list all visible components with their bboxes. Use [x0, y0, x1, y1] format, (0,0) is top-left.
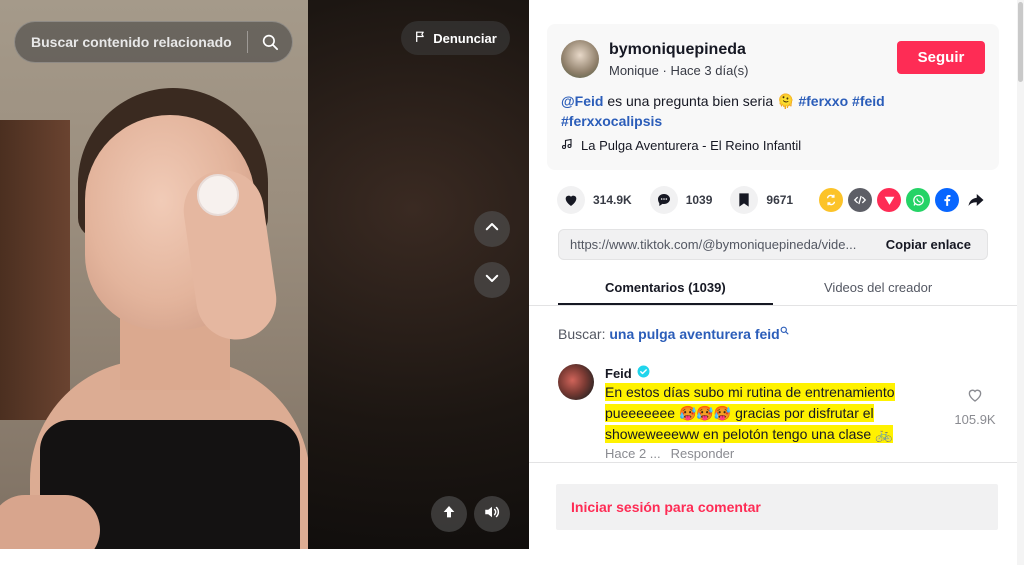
post-info-card: bymoniquepineda Monique · Hace 3 día(s) …	[547, 24, 999, 170]
save-button[interactable]: 9671	[730, 186, 793, 214]
volume-button[interactable]	[474, 496, 510, 532]
video-link-url[interactable]: https://www.tiktok.com/@bymoniquepineda/…	[559, 237, 876, 252]
suggested-search-link[interactable]: una pulga aventurera feid	[609, 326, 779, 342]
music-link[interactable]: La Pulga Aventurera - El Reino Infantil	[561, 138, 801, 153]
chevron-down-icon	[483, 269, 501, 292]
comment-time: Hace 2 ...	[605, 446, 661, 461]
share-arrow-icon[interactable]	[964, 188, 988, 212]
save-count: 9671	[766, 193, 794, 207]
search-prefix: Buscar:	[558, 326, 606, 342]
comment-author-name: Feid	[605, 365, 632, 381]
send-icon[interactable]	[877, 188, 901, 212]
content-tabs: Comentarios (1039) Videos del creador	[529, 272, 1017, 306]
hashtag-link[interactable]: #ferxxo	[798, 93, 848, 109]
video-frame	[0, 0, 308, 549]
copy-link-button[interactable]: Copiar enlace	[876, 237, 987, 252]
comment-text: En estos días subo mi rutina de entrenam…	[605, 382, 925, 445]
verified-badge-icon	[637, 365, 650, 381]
search-icon[interactable]	[780, 326, 789, 342]
tab-creator-videos[interactable]: Videos del creador	[824, 280, 932, 295]
share-options	[819, 188, 988, 212]
float-player-icon	[441, 504, 457, 525]
bookmark-icon	[730, 186, 759, 214]
like-button[interactable]: 314.9K	[557, 186, 632, 214]
comment-button[interactable]: 1039	[649, 186, 713, 214]
avatar[interactable]	[561, 40, 599, 78]
author-subline: Monique · Hace 3 día(s)	[609, 63, 749, 78]
tab-comments[interactable]: Comentarios (1039)	[605, 280, 726, 295]
follow-button[interactable]: Seguir	[897, 41, 985, 74]
heart-outline-icon	[966, 386, 984, 409]
post-time: Hace 3 día(s)	[670, 63, 749, 78]
next-video-button[interactable]	[474, 262, 510, 298]
video-link-box: https://www.tiktok.com/@bymoniquepineda/…	[558, 229, 988, 260]
repost-icon[interactable]	[819, 188, 843, 212]
comment-like-button[interactable]: 105.9K	[950, 386, 1000, 427]
report-label: Denunciar	[433, 30, 497, 46]
details-panel: bymoniquepineda Monique · Hace 3 día(s) …	[529, 0, 1017, 565]
video-player[interactable]: Buscar contenido relacionado Denunciar	[0, 0, 529, 549]
post-description: @Feid es una pregunta bien seria 🫠 #ferx…	[561, 91, 981, 131]
engagement-stats: 314.9K 1039 9671	[557, 185, 811, 215]
hashtag-link[interactable]: #feid	[852, 93, 885, 109]
comment-line: En estos días subo mi rutina de entrenam…	[605, 383, 895, 401]
like-count: 314.9K	[593, 193, 632, 207]
music-title: La Pulga Aventurera - El Reino Infantil	[581, 138, 802, 153]
comment-count: 1039	[685, 193, 713, 207]
mention-link[interactable]: @Feid	[561, 93, 603, 109]
whatsapp-icon[interactable]	[906, 188, 930, 212]
embed-icon[interactable]	[848, 188, 872, 212]
display-name: Monique	[609, 63, 659, 78]
suggested-search: Buscar: una pulga aventurera feid	[558, 326, 789, 342]
floating-player-button[interactable]	[431, 496, 467, 532]
active-tab-indicator	[558, 303, 773, 305]
comment-line: pueeeeeee 🥵🥵🥵 gracias por disfrutar el	[605, 404, 874, 422]
reply-button[interactable]: Responder	[671, 446, 735, 461]
chevron-up-icon	[483, 218, 501, 241]
facebook-icon[interactable]	[935, 188, 959, 212]
related-search-bar[interactable]: Buscar contenido relacionado	[14, 21, 293, 63]
description-text: es una pregunta bien seria 🫠	[603, 93, 799, 109]
scrollbar[interactable]	[1017, 0, 1024, 565]
login-to-comment-link[interactable]: Iniciar sesión para comentar	[571, 499, 761, 515]
comment-item: Feid En estos días subo mi rutina de ent…	[558, 362, 1003, 462]
divider	[529, 462, 1017, 463]
login-to-comment-box[interactable]: Iniciar sesión para comentar	[556, 484, 998, 530]
music-note-icon	[561, 138, 573, 153]
search-icon[interactable]	[248, 33, 292, 51]
previous-video-button[interactable]	[474, 211, 510, 247]
avatar[interactable]	[558, 364, 594, 400]
comment-line: showeweeeww en pelotón tengo una clase 🚲	[605, 425, 893, 443]
comment-bubble-icon	[649, 186, 678, 214]
flag-icon	[414, 30, 427, 46]
comment-author[interactable]: Feid	[605, 365, 650, 381]
heart-icon	[557, 186, 585, 214]
speaker-icon	[483, 503, 501, 526]
username[interactable]: bymoniquepineda	[609, 41, 746, 59]
comment-meta: Hace 2 ... Responder	[605, 446, 734, 461]
hashtag-link[interactable]: #ferxxocalipsis	[561, 113, 662, 129]
comment-like-count: 105.9K	[954, 412, 996, 427]
report-button[interactable]: Denunciar	[401, 21, 510, 55]
related-search-placeholder[interactable]: Buscar contenido relacionado	[31, 34, 247, 50]
